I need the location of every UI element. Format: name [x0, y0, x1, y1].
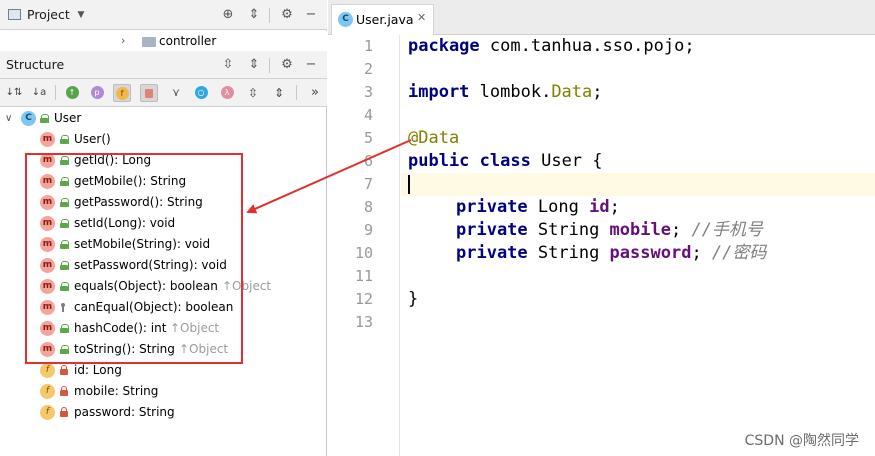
- current-line-highlight: [401, 173, 875, 196]
- sort-alphabetically-icon[interactable]: ↓a: [30, 84, 48, 102]
- method-icon: m: [40, 132, 55, 147]
- show-non-public-icon[interactable]: [140, 84, 158, 102]
- member-label: password: String: [74, 405, 175, 419]
- tree-member-row[interactable]: f mobile: String: [0, 381, 327, 402]
- dropdown-arrow-icon[interactable]: ▼: [74, 8, 88, 22]
- line-number: 11: [354, 267, 373, 285]
- line-number: 12: [354, 290, 373, 308]
- header-separator: [269, 58, 270, 73]
- show-fields-icon[interactable]: f: [113, 84, 131, 102]
- structure-title: Structure: [6, 57, 65, 72]
- project-icon: [8, 9, 21, 20]
- header-separator: [269, 8, 270, 23]
- code-line-3: import lombok.Data;: [408, 82, 603, 102]
- folder-icon: [142, 37, 156, 47]
- code-line-8: private Long id;: [456, 197, 620, 217]
- class-label: User: [54, 111, 82, 125]
- chevron-down-icon[interactable]: ∨: [5, 108, 12, 129]
- toolbar-separator: [55, 85, 56, 100]
- code-line-10: private String password; //密码: [456, 243, 767, 263]
- public-icon: [40, 113, 49, 123]
- code-line-1: package com.tanhua.sso.pojo;: [408, 36, 695, 56]
- field-icon: f: [40, 384, 55, 399]
- project-header: Project ▼ ⊕ ⇕ ⚙ −: [0, 0, 327, 30]
- expand-all-icon[interactable]: ⇳: [244, 84, 262, 102]
- line-number: 8: [363, 198, 373, 216]
- tree-member-row[interactable]: m User(): [0, 129, 327, 150]
- structure-toolbar: ↓⇅ ↓a ↑ p f ⋎ ○ λ ⇳ ⇕ »: [0, 79, 327, 107]
- field-icon: f: [40, 363, 55, 378]
- project-title[interactable]: Project: [27, 7, 70, 22]
- folder-label[interactable]: controller: [159, 34, 216, 48]
- gear-icon[interactable]: ⚙: [280, 58, 294, 72]
- tab-user-java[interactable]: C User.java ✕: [331, 4, 434, 35]
- minimize-icon[interactable]: −: [304, 58, 318, 72]
- show-lambdas-icon[interactable]: ○: [192, 84, 210, 102]
- private-lock-icon: [60, 386, 68, 396]
- private-lock-icon: [60, 407, 68, 417]
- line-number: 6: [363, 152, 373, 170]
- editor-tab-bar: C User.java ✕: [328, 0, 875, 35]
- public-icon: [60, 134, 69, 144]
- tab-label: User.java: [356, 12, 414, 27]
- code-line-9: private String mobile; //手机号: [456, 220, 763, 240]
- line-number: 3: [363, 83, 373, 101]
- close-icon[interactable]: ✕: [417, 11, 426, 24]
- private-lock-icon: [60, 365, 68, 375]
- field-icon: f: [40, 405, 55, 420]
- code-line-5: @Data: [408, 128, 460, 148]
- line-number: 7: [363, 175, 373, 193]
- code-editor[interactable]: C User.java ✕ 1 2 3 4 5 6 7 8 9 10 11 12 13 package …: [328, 0, 875, 456]
- collapse-icon[interactable]: ⇕: [247, 8, 261, 22]
- class-icon: C: [21, 111, 36, 126]
- line-number-gutter: 1 2 3 4 5 6 7 8 9 10 11 12 13: [328, 35, 400, 456]
- line-number: 9: [363, 221, 373, 239]
- expand-all-icon[interactable]: ⇳: [221, 58, 235, 72]
- more-icon[interactable]: »: [306, 84, 324, 102]
- sort-by-visibility-icon[interactable]: ↓⇅: [5, 84, 23, 102]
- line-number: 1: [363, 37, 373, 55]
- minimize-icon[interactable]: −: [304, 8, 318, 22]
- line-number: 4: [363, 106, 373, 124]
- show-properties-icon[interactable]: p: [88, 84, 106, 102]
- text-caret: [408, 175, 410, 194]
- tree-member-row[interactable]: f password: String: [0, 402, 327, 423]
- tree-class-row[interactable]: ∨ C User: [0, 108, 327, 129]
- annotation-highlight-box: [25, 153, 243, 364]
- show-inherited-icon[interactable]: ↑: [63, 84, 81, 102]
- code-line-6: public class User {: [408, 151, 603, 171]
- project-path-row[interactable]: › controller: [0, 31, 327, 53]
- code-line-12: }: [408, 289, 419, 309]
- chevron-right-icon[interactable]: ›: [121, 34, 125, 47]
- show-lambda-icon[interactable]: λ: [218, 84, 236, 102]
- class-file-icon: C: [338, 12, 353, 27]
- line-number: 10: [354, 244, 373, 262]
- gear-icon[interactable]: ⚙: [280, 8, 294, 22]
- line-number: 2: [363, 60, 373, 78]
- collapse-all-icon[interactable]: ⇕: [270, 84, 288, 102]
- toolbar-separator: [296, 85, 297, 100]
- member-label: mobile: String: [74, 384, 159, 398]
- watermark: CSDN @陶然同学: [744, 433, 859, 449]
- locate-icon[interactable]: ⊕: [221, 8, 235, 22]
- member-label: User(): [74, 132, 111, 146]
- structure-header: Structure ⇳ ⇕ ⚙ −: [0, 51, 327, 79]
- line-number: 13: [354, 313, 373, 331]
- collapse-all-icon[interactable]: ⇕: [247, 58, 261, 72]
- left-tool-panel: Project ▼ ⊕ ⇕ ⚙ − › controller Structure…: [0, 0, 327, 456]
- show-anonymous-icon[interactable]: ⋎: [167, 84, 185, 102]
- line-number: 5: [363, 129, 373, 147]
